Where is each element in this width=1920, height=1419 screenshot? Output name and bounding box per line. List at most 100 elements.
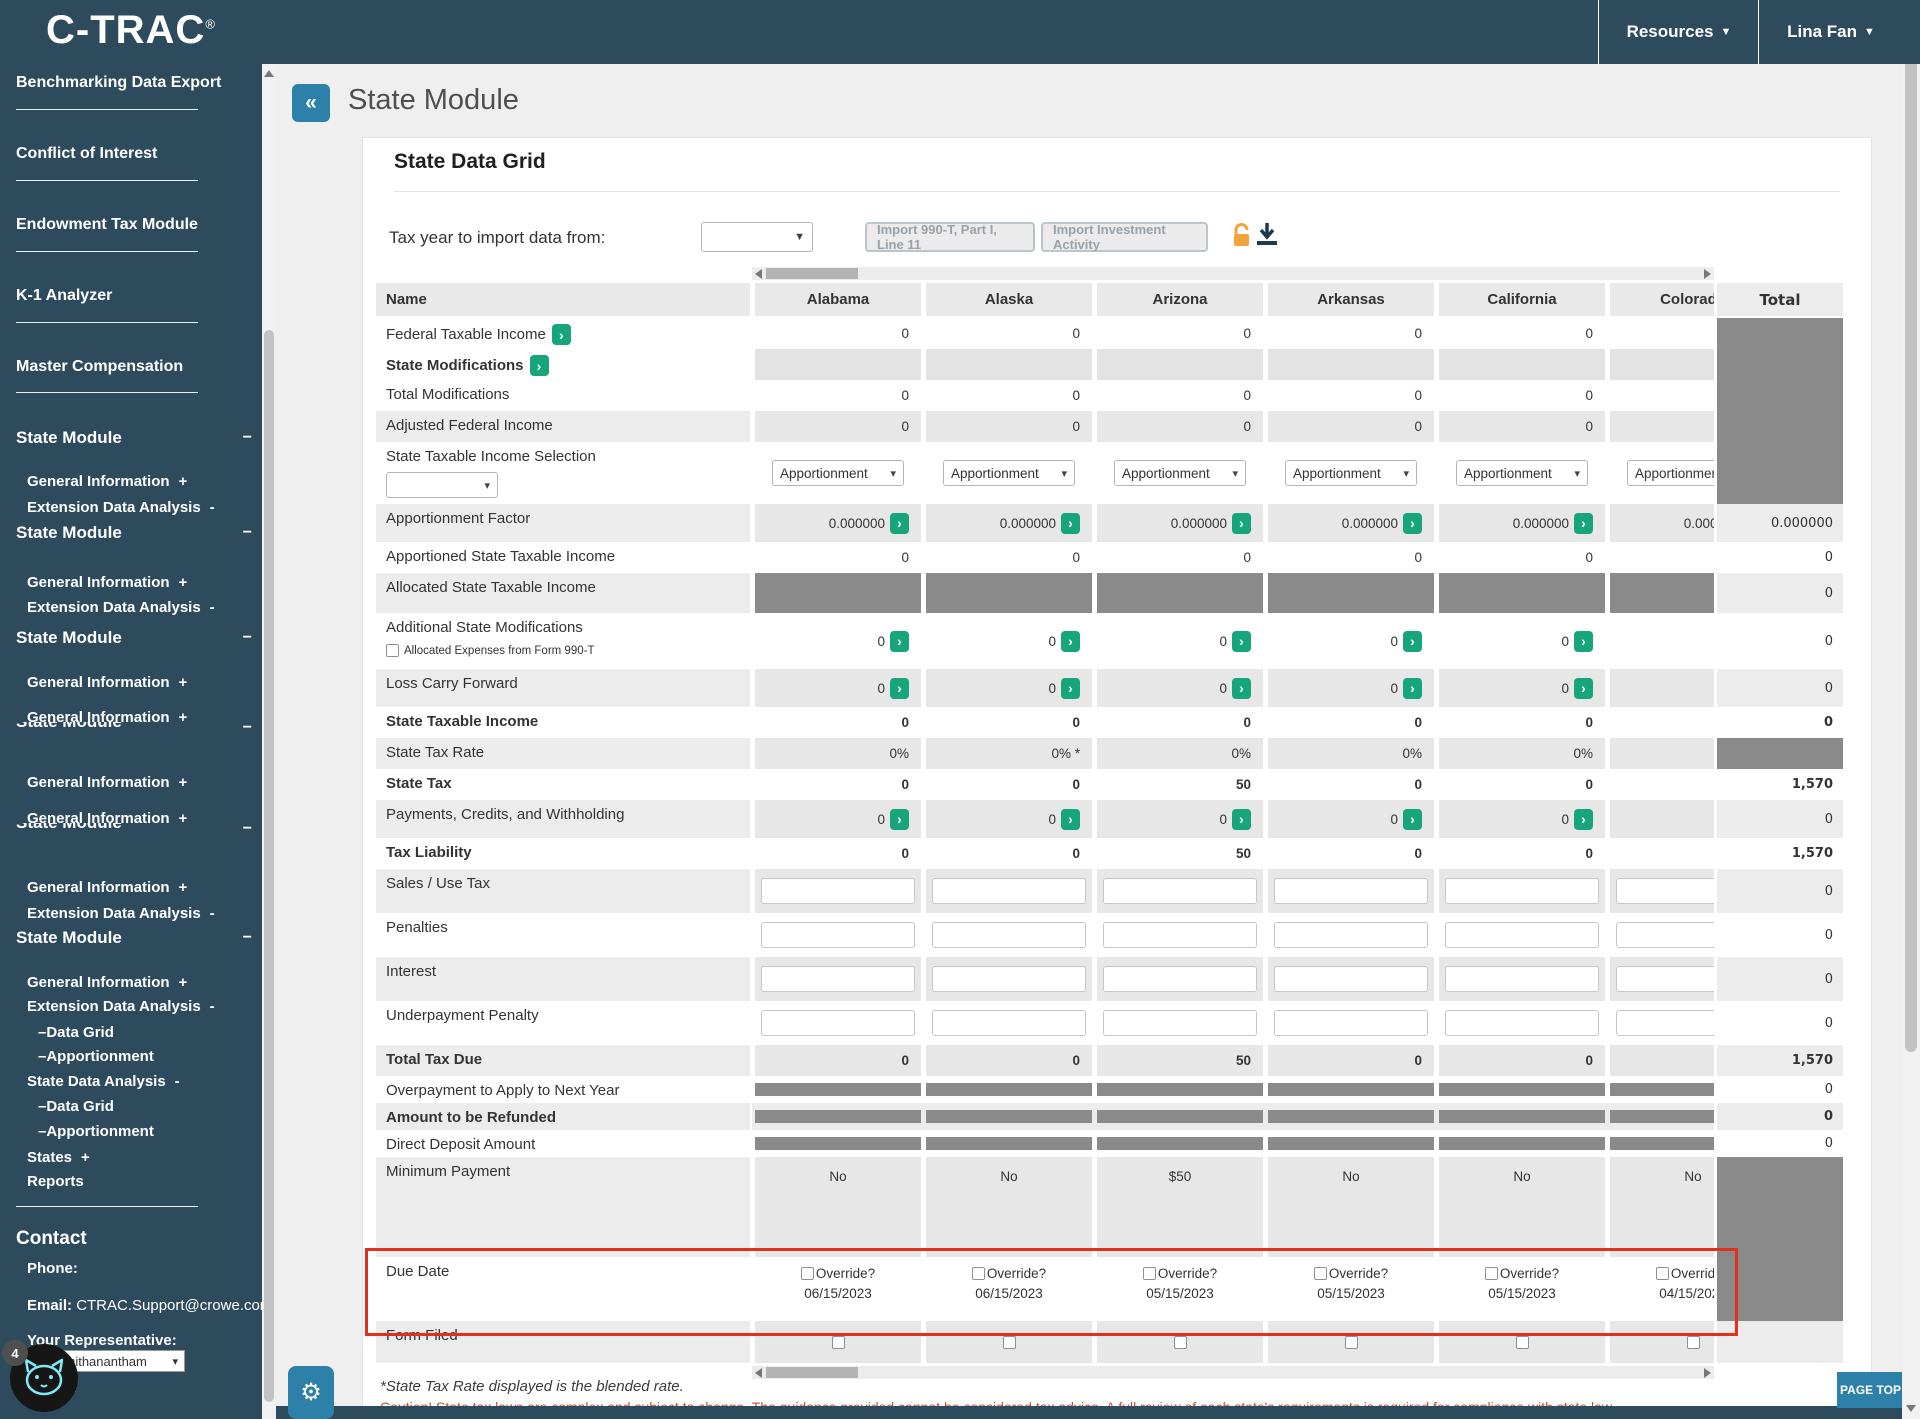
expand-toggle[interactable]: + — [179, 774, 188, 791]
collapse-minus-icon[interactable]: − — [243, 524, 252, 542]
collapse-minus-icon[interactable]: − — [243, 719, 252, 737]
import-year-select[interactable]: ▼ — [701, 222, 813, 252]
tax-amount-input[interactable] — [761, 966, 915, 992]
tax-amount-input[interactable] — [1274, 878, 1428, 904]
tax-amount-input[interactable] — [1445, 1010, 1599, 1036]
tax-amount-input[interactable] — [1445, 966, 1599, 992]
page-scrollbar-thumb[interactable] — [1905, 22, 1917, 1052]
expand-toggle[interactable]: + — [81, 1149, 90, 1166]
expand-toggle[interactable]: + — [179, 674, 188, 691]
expand-toggle[interactable]: - — [175, 1073, 180, 1090]
expand-toggle[interactable]: + — [179, 879, 188, 896]
scrollbar-thumb[interactable] — [766, 1367, 858, 1378]
import-990t-button[interactable]: Import 990-T, Part I, Line 11 — [865, 222, 1035, 252]
sidebar-item-state-module[interactable]: State Module− — [0, 823, 262, 834]
expand-chevron-button[interactable]: › — [1232, 678, 1251, 699]
expand-chevron-button[interactable]: › — [1061, 678, 1080, 699]
tax-amount-input[interactable] — [932, 922, 1086, 948]
sidebar-item-state-module[interactable]: State Module− — [0, 523, 262, 543]
expand-chevron-button[interactable]: › — [890, 513, 909, 534]
checkbox[interactable] — [1003, 1336, 1016, 1349]
expand-toggle[interactable]: - — [210, 998, 215, 1015]
sidebar-item-extension-data-analysis[interactable]: Extension Data Analysis- — [0, 996, 262, 1016]
tax-amount-input[interactable] — [1616, 878, 1714, 904]
user-menu[interactable]: Lina Fan ▼ — [1758, 0, 1903, 64]
scroll-down-arrow-icon[interactable] — [1906, 1405, 1916, 1412]
scroll-left-arrow-icon[interactable] — [755, 269, 762, 279]
apportionment-select[interactable]: Apportionment▾ — [1285, 460, 1417, 486]
expand-toggle[interactable]: - — [210, 499, 215, 516]
sidebar-item-benchmarking-data-export[interactable]: Benchmarking Data Export — [0, 73, 262, 93]
apportionment-select[interactable]: Apportionment▾ — [943, 460, 1075, 486]
sidebar-item-k-1-analyzer[interactable]: K-1 Analyzer — [0, 286, 262, 306]
tax-amount-input[interactable] — [1274, 1010, 1428, 1036]
tax-amount-input[interactable] — [932, 966, 1086, 992]
expand-toggle[interactable]: - — [210, 599, 215, 616]
expand-chevron-button[interactable]: › — [1061, 631, 1080, 652]
tax-amount-input[interactable] — [1103, 966, 1257, 992]
tax-amount-input[interactable] — [761, 1010, 915, 1036]
expand-chevron-button[interactable]: › — [1061, 809, 1080, 830]
checkbox[interactable] — [1656, 1267, 1669, 1280]
checkbox[interactable] — [832, 1336, 845, 1349]
collapse-minus-icon[interactable]: − — [243, 929, 252, 947]
unlock-icon[interactable] — [1232, 223, 1253, 254]
sidebar-item-general-information[interactable]: General Information+ — [0, 772, 262, 792]
sidebar-item-conflict-of-interest[interactable]: Conflict of Interest — [0, 144, 262, 164]
sidebar-item--data-grid[interactable]: –Data Grid — [0, 1022, 262, 1042]
sidebar-scrollbar-thumb[interactable] — [264, 330, 274, 1402]
tax-amount-input[interactable] — [761, 922, 915, 948]
collapse-sidebar-button[interactable]: « — [292, 84, 330, 122]
expand-chevron-button[interactable]: › — [1574, 809, 1593, 830]
collapse-minus-icon[interactable]: − — [243, 820, 252, 838]
checkbox[interactable] — [1516, 1336, 1529, 1349]
scroll-left-arrow-icon[interactable] — [755, 1368, 762, 1378]
tax-amount-input[interactable] — [1445, 922, 1599, 948]
sidebar-item-extension-data-analysis[interactable]: Extension Data Analysis- — [0, 597, 262, 617]
expand-chevron-button[interactable]: › — [1061, 513, 1080, 534]
expand-chevron-button[interactable]: › — [1403, 513, 1422, 534]
sidebar-item-reports[interactable]: Reports — [0, 1171, 262, 1191]
sidebar-item-general-information[interactable]: General Information+ — [0, 672, 262, 692]
sidebar-scrollbar[interactable] — [262, 64, 276, 1419]
scrollbar-thumb[interactable] — [766, 268, 858, 279]
expand-chevron-button[interactable]: › — [530, 355, 549, 376]
sidebar-item-state-module[interactable]: State Module− — [0, 628, 262, 648]
state-taxable-income-selection-select[interactable]: ▾ — [386, 472, 498, 498]
scroll-up-arrow-icon[interactable] — [264, 70, 274, 77]
settings-button[interactable]: ⚙ — [288, 1366, 334, 1419]
apportionment-select[interactable]: Apportionment▾ — [1114, 460, 1246, 486]
sidebar-item-state-module[interactable]: State Module− — [0, 928, 262, 948]
expand-toggle[interactable]: + — [179, 974, 188, 991]
checkbox[interactable] — [972, 1267, 985, 1280]
tax-amount-input[interactable] — [1103, 922, 1257, 948]
checkbox[interactable] — [1143, 1267, 1156, 1280]
sidebar-item-extension-data-analysis[interactable]: Extension Data Analysis- — [0, 903, 262, 923]
expand-chevron-button[interactable]: › — [1403, 809, 1422, 830]
expand-chevron-button[interactable]: › — [890, 809, 909, 830]
resources-menu[interactable]: Resources ▼ — [1598, 0, 1759, 64]
tax-amount-input[interactable] — [1445, 878, 1599, 904]
sidebar-item-general-information[interactable]: General Information+ — [0, 471, 262, 491]
apportionment-select[interactable]: Apportionment▾ — [772, 460, 904, 486]
expand-chevron-button[interactable]: › — [1232, 631, 1251, 652]
grid-horizontal-scrollbar-top[interactable] — [752, 267, 1714, 280]
sidebar-item-endowment-tax-module[interactable]: Endowment Tax Module — [0, 215, 262, 235]
tax-amount-input[interactable] — [932, 878, 1086, 904]
sidebar-item--apportionment[interactable]: –Apportionment — [0, 1121, 262, 1141]
import-investment-activity-button[interactable]: Import Investment Activity — [1041, 222, 1208, 252]
tax-amount-input[interactable] — [932, 1010, 1086, 1036]
sidebar-item-state-data-analysis[interactable]: State Data Analysis- — [0, 1071, 262, 1091]
scroll-right-arrow-icon[interactable] — [1704, 269, 1711, 279]
checkbox[interactable] — [386, 644, 399, 657]
expand-chevron-button[interactable]: › — [1232, 809, 1251, 830]
checkbox[interactable] — [1174, 1336, 1187, 1349]
sidebar-item-master-compensation[interactable]: Master Compensation — [0, 357, 262, 377]
checkbox[interactable] — [1345, 1336, 1358, 1349]
expand-chevron-button[interactable]: › — [552, 324, 571, 345]
tax-amount-input[interactable] — [1274, 966, 1428, 992]
sidebar-item-state-module[interactable]: State Module− — [0, 428, 262, 448]
tax-amount-input[interactable] — [761, 878, 915, 904]
checkbox[interactable] — [1485, 1267, 1498, 1280]
sidebar-item--data-grid[interactable]: –Data Grid — [0, 1096, 262, 1116]
